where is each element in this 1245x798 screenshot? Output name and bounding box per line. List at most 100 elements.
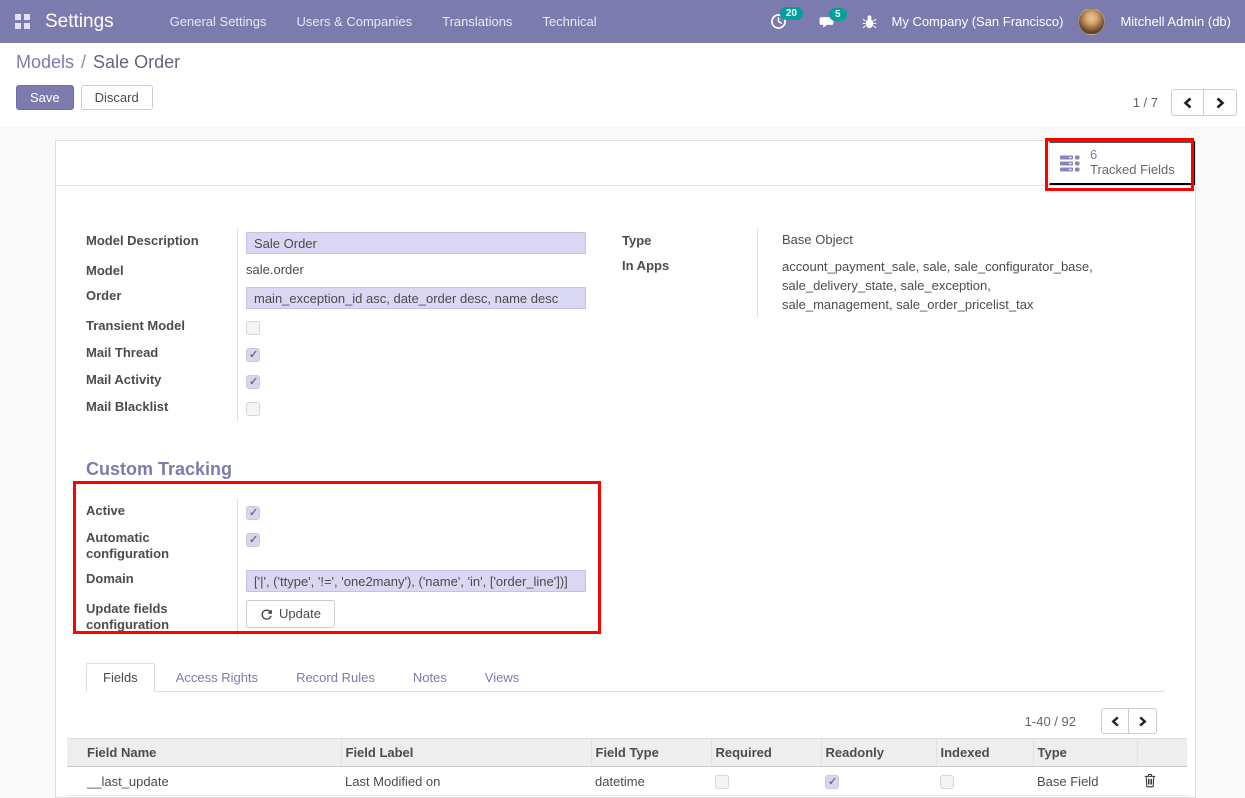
navbar-menus: General Settings Users & Companies Trans…: [170, 14, 597, 29]
cell-type[interactable]: Base Field: [1033, 767, 1137, 796]
chevron-right-icon: [1214, 96, 1226, 110]
chevron-left-icon: [1182, 96, 1194, 110]
tab-access-rights[interactable]: Access Rights: [159, 663, 275, 692]
tab-notes[interactable]: Notes: [396, 663, 464, 692]
type-value: Base Object: [758, 228, 1122, 253]
model-value: sale.order: [238, 258, 586, 283]
save-button[interactable]: Save: [16, 85, 74, 110]
transient-model-checkbox[interactable]: [246, 321, 260, 335]
top-navbar: Settings General Settings Users & Compan…: [0, 0, 1245, 43]
tab-fields[interactable]: Fields: [86, 663, 155, 692]
automatic-configuration-label: Automatic configuration: [86, 525, 238, 566]
order-input[interactable]: [246, 287, 586, 309]
mail-activity-checkbox[interactable]: [246, 375, 260, 389]
cell-field-type[interactable]: datetime: [591, 767, 711, 796]
readonly-checkbox[interactable]: [825, 775, 839, 789]
chevron-right-icon: [1137, 715, 1148, 728]
fields-table: Field Name Field Label Field Type Requir…: [67, 738, 1187, 796]
activities-button[interactable]: 20: [770, 13, 803, 30]
sheet-body: Model Description Model sale.order Order…: [56, 186, 1195, 796]
company-switcher[interactable]: My Company (San Francisco): [892, 14, 1064, 29]
tab-record-rules[interactable]: Record Rules: [279, 663, 392, 692]
tracked-fields-icon: [1060, 155, 1081, 172]
debug-button[interactable]: [862, 14, 877, 30]
form-group-right: Type Base Object In Apps account_payment…: [622, 228, 1122, 421]
chevron-left-icon: [1110, 715, 1121, 728]
pager-previous-button[interactable]: [1171, 89, 1204, 116]
mail-blacklist-checkbox[interactable]: [246, 402, 260, 416]
order-label: Order: [86, 283, 238, 313]
app-name[interactable]: Settings: [45, 11, 114, 33]
column-header-actions: [1137, 739, 1187, 767]
update-button[interactable]: Update: [246, 600, 335, 628]
model-label: Model: [86, 258, 238, 283]
mail-activity-label: Mail Activity: [86, 367, 238, 394]
form-sheet: 6 Tracked Fields Model Description Model…: [55, 140, 1196, 798]
domain-input[interactable]: [246, 570, 586, 592]
menu-general-settings[interactable]: General Settings: [170, 14, 267, 29]
tracked-fields-label: Tracked Fields: [1090, 163, 1175, 178]
user-menu[interactable]: Mitchell Admin (db): [1120, 14, 1231, 29]
column-header-required[interactable]: Required: [711, 739, 821, 767]
tracked-fields-count: 6: [1090, 148, 1175, 163]
record-pager-value: 1 / 7: [1133, 95, 1158, 110]
mail-blacklist-label: Mail Blacklist: [86, 394, 238, 421]
activity-count-badge: 20: [780, 7, 803, 20]
update-button-label: Update: [279, 606, 321, 622]
bug-icon: [862, 14, 877, 30]
form-group-left: Model Description Model sale.order Order…: [86, 228, 586, 421]
transient-model-label: Transient Model: [86, 313, 238, 340]
delete-row-button[interactable]: [1141, 771, 1159, 790]
required-checkbox[interactable]: [715, 775, 729, 789]
update-fields-configuration-label: Update fields configuration: [86, 596, 238, 637]
custom-tracking-title: Custom Tracking: [86, 459, 1165, 480]
pager-next-button[interactable]: [1204, 89, 1237, 116]
active-checkbox[interactable]: [246, 506, 260, 520]
refresh-icon: [260, 608, 273, 621]
trash-icon: [1143, 773, 1157, 788]
notebook-tabs: Fields Access Rights Record Rules Notes …: [86, 663, 1165, 692]
column-header-readonly[interactable]: Readonly: [821, 739, 936, 767]
breadcrumb-separator: /: [81, 52, 86, 72]
control-panel: Models / Sale Order Save Discard 1 / 7: [0, 43, 1245, 127]
column-header-field-type[interactable]: Field Type: [591, 739, 711, 767]
active-label: Active: [86, 498, 238, 525]
column-header-indexed[interactable]: Indexed: [936, 739, 1033, 767]
breadcrumb-current: Sale Order: [93, 52, 180, 72]
mail-thread-checkbox[interactable]: [246, 348, 260, 362]
menu-technical[interactable]: Technical: [542, 14, 596, 29]
menu-translations[interactable]: Translations: [442, 14, 512, 29]
indexed-checkbox[interactable]: [940, 775, 954, 789]
custom-tracking-group: Active Automatic configuration Domain Up…: [86, 498, 586, 637]
breadcrumb-models-link[interactable]: Models: [16, 52, 74, 72]
menu-users-companies[interactable]: Users & Companies: [297, 14, 413, 29]
list-pager: 1-40 / 92: [86, 708, 1165, 734]
apps-menu-icon[interactable]: [15, 14, 30, 29]
model-description-label: Model Description: [86, 228, 238, 258]
systray: 20 5 My Company (San Francisco) Mitchell…: [770, 8, 1235, 35]
list-pager-value: 1-40 / 92: [1025, 714, 1076, 729]
message-count-badge: 5: [829, 8, 847, 21]
list-pager-next-button[interactable]: [1129, 708, 1157, 734]
type-label: Type: [622, 228, 758, 253]
in-apps-value: account_payment_sale, sale, sale_configu…: [782, 257, 1104, 314]
model-description-input[interactable]: [246, 232, 586, 254]
button-box: 6 Tracked Fields: [56, 141, 1195, 186]
table-header-row: Field Name Field Label Field Type Requir…: [67, 739, 1187, 767]
breadcrumb: Models / Sale Order: [16, 52, 1229, 73]
in-apps-label: In Apps: [622, 253, 758, 318]
cell-field-label[interactable]: Last Modified on: [341, 767, 591, 796]
avatar[interactable]: [1078, 8, 1105, 35]
cell-field-name[interactable]: __last_update: [67, 767, 341, 796]
messages-button[interactable]: 5: [818, 14, 847, 30]
list-pager-previous-button[interactable]: [1101, 708, 1129, 734]
column-header-field-name[interactable]: Field Name: [67, 739, 341, 767]
column-header-field-label[interactable]: Field Label: [341, 739, 591, 767]
tracked-fields-stat-button[interactable]: 6 Tracked Fields: [1049, 141, 1195, 185]
column-header-type[interactable]: Type: [1033, 739, 1137, 767]
table-row[interactable]: __last_update Last Modified on datetime …: [67, 767, 1187, 796]
tab-views[interactable]: Views: [468, 663, 536, 692]
discard-button[interactable]: Discard: [81, 85, 153, 110]
automatic-configuration-checkbox[interactable]: [246, 533, 260, 547]
record-pager: 1 / 7: [1133, 89, 1237, 116]
